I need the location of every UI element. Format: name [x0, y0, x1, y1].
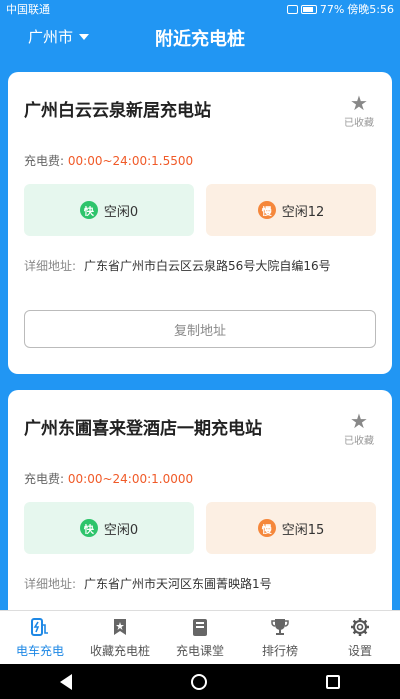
tab-label: 充电课堂 — [175, 644, 224, 658]
fee-label: 充电费: — [24, 472, 65, 486]
fast-icon: 快 — [79, 519, 98, 537]
signal-icon — [286, 4, 298, 14]
recent-apps-icon[interactable] — [326, 674, 341, 689]
city-selector[interactable]: 广州市 — [28, 26, 90, 47]
copy-address-button[interactable]: 复制地址 — [24, 310, 376, 348]
chevron-down-icon — [79, 33, 90, 40]
book-icon — [189, 616, 211, 638]
slow-icon: 慢 — [257, 201, 276, 219]
back-icon[interactable] — [59, 673, 72, 690]
tab-label: 电车充电 — [15, 644, 64, 658]
address-label: 详细地址: — [24, 259, 77, 273]
status-right: 77% 傍晚5:56 — [286, 1, 394, 17]
fee-value: 00:00~24:00:1.5500 — [67, 154, 194, 168]
tab-label: 排行榜 — [261, 644, 298, 658]
app-header: 广州市 附近充电桩 — [0, 18, 400, 58]
fast-availability: 空闲0 — [103, 204, 139, 220]
favorite-button[interactable]: ★ 已收藏 — [344, 92, 374, 129]
bottom-tab-bar: 电车充电 收藏充电桩 充电课堂 排行榜 设置 — [0, 610, 400, 664]
battery-icon — [300, 4, 317, 14]
star-icon: ★ — [350, 91, 368, 115]
slow-icon: 慢 — [257, 519, 276, 537]
station-name: 广州白云云泉新居充电站 — [24, 101, 211, 121]
address-value: 广东省广州市白云区云泉路56号大院自编16号 — [84, 259, 331, 273]
charging-icon — [29, 616, 51, 638]
fast-charger-slot: 快 空闲0 — [24, 184, 194, 236]
fast-availability: 空闲0 — [103, 522, 139, 538]
address-label: 详细地址: — [24, 577, 77, 591]
station-list[interactable]: 广州白云云泉新居充电站 ★ 已收藏 充电费: 00:00~24:00:1.550… — [0, 58, 400, 610]
station-name: 广州东圃喜来登酒店一期充电站 — [24, 419, 262, 439]
station-card[interactable]: 广州东圃喜来登酒店一期充电站 ★ 已收藏 充电费: 00:00~24:00:1.… — [8, 390, 392, 610]
slow-charger-slot: 慢 空闲12 — [206, 184, 376, 236]
tab-charging[interactable]: 电车充电 — [0, 611, 80, 664]
tab-favorites[interactable]: 收藏充电桩 — [80, 611, 160, 664]
slow-availability: 空闲12 — [281, 204, 325, 220]
tab-label: 收藏充电桩 — [89, 644, 150, 658]
gear-icon — [349, 616, 371, 638]
address-row: 详细地址: 广东省广州市白云区云泉路56号大院自编16号 — [24, 256, 376, 276]
favorite-label: 已收藏 — [344, 436, 374, 447]
status-bar: 中国联通 77% 傍晚5:56 — [0, 0, 400, 18]
bookmark-icon — [109, 616, 131, 638]
address-value: 广东省广州市天河区东圃菁映路1号 — [84, 577, 272, 591]
system-nav-bar — [0, 664, 400, 699]
charger-slots: 快 空闲0 慢 空闲15 — [24, 502, 376, 554]
tab-settings[interactable]: 设置 — [320, 611, 400, 664]
star-icon: ★ — [350, 409, 368, 433]
tab-label: 设置 — [347, 644, 372, 658]
slow-charger-slot: 慢 空闲15 — [206, 502, 376, 554]
charger-slots: 快 空闲0 慢 空闲12 — [24, 184, 376, 236]
favorite-label: 已收藏 — [344, 118, 374, 129]
slow-availability: 空闲15 — [281, 522, 325, 538]
address-row: 详细地址: 广东省广州市天河区东圃菁映路1号 — [24, 574, 376, 594]
battery-level: 77% — [319, 2, 345, 16]
fee-label: 充电费: — [24, 154, 65, 168]
trophy-icon — [269, 616, 291, 638]
tab-ranking[interactable]: 排行榜 — [240, 611, 320, 664]
fast-icon: 快 — [79, 201, 98, 219]
carrier-label: 中国联通 — [6, 3, 50, 16]
home-icon[interactable] — [190, 673, 207, 690]
tab-classroom[interactable]: 充电课堂 — [160, 611, 240, 664]
favorite-button[interactable]: ★ 已收藏 — [344, 410, 374, 447]
station-card[interactable]: 广州白云云泉新居充电站 ★ 已收藏 充电费: 00:00~24:00:1.550… — [8, 72, 392, 374]
fee-row: 充电费: 00:00~24:00:1.5500 — [24, 152, 193, 169]
fast-charger-slot: 快 空闲0 — [24, 502, 194, 554]
city-label: 广州市 — [28, 28, 74, 46]
clock: 傍晚5:56 — [347, 3, 394, 16]
fee-value: 00:00~24:00:1.0000 — [67, 472, 194, 486]
fee-row: 充电费: 00:00~24:00:1.0000 — [24, 470, 193, 487]
